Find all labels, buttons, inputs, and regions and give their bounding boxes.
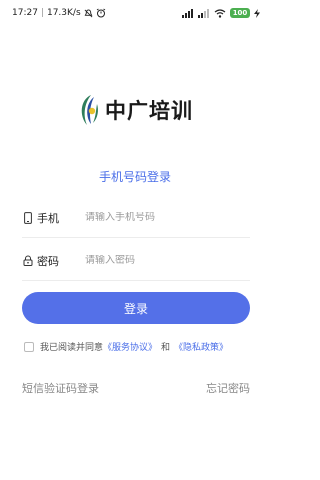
app-logo: 中广培训	[0, 92, 270, 128]
agreement-row: 我已阅读并同意 《服务协议》 和 《隐私政策》	[24, 340, 228, 353]
signal-icon-2	[198, 8, 209, 18]
agreement-conjunction: 和	[161, 343, 171, 353]
phone-icon	[22, 211, 34, 225]
service-agreement-link[interactable]: 《服务协议》	[103, 340, 157, 353]
agreement-prefix: 我已阅读并同意	[40, 343, 104, 353]
password-field: 密码	[22, 241, 250, 281]
network-speed: 17.3K/s	[46, 8, 81, 18]
password-label: 密码	[37, 254, 59, 268]
lock-icon	[22, 254, 34, 268]
login-mode-title: 手机号码登录	[98, 170, 171, 184]
charging-icon	[254, 8, 260, 18]
status-left: 17:27 | 17.3K/s	[12, 8, 106, 18]
status-right: 100	[182, 8, 260, 18]
mute-icon	[84, 8, 93, 17]
forgot-password-link[interactable]: 忘记密码	[206, 380, 250, 396]
alarm-icon	[96, 8, 105, 18]
phone-input[interactable]	[85, 212, 250, 223]
wifi-icon	[214, 8, 226, 18]
battery-icon: 100	[230, 8, 250, 18]
password-input[interactable]	[85, 255, 250, 266]
agreement-checkbox[interactable]	[24, 341, 34, 352]
signal-icon	[182, 8, 193, 18]
status-divider: |	[40, 8, 44, 18]
app-name: 中广培训	[105, 98, 193, 123]
privacy-policy-link[interactable]: 《隐私政策》	[174, 340, 228, 353]
phone-field: 手机	[22, 198, 250, 238]
status-time: 17:27	[12, 8, 38, 18]
status-bar: 17:27 | 17.3K/s 100	[0, 0, 270, 26]
logo-mark-icon	[81, 95, 98, 125]
phone-label: 手机	[37, 211, 59, 225]
sms-login-link[interactable]: 短信验证码登录	[22, 380, 99, 396]
login-button[interactable]: 登录	[22, 292, 250, 324]
